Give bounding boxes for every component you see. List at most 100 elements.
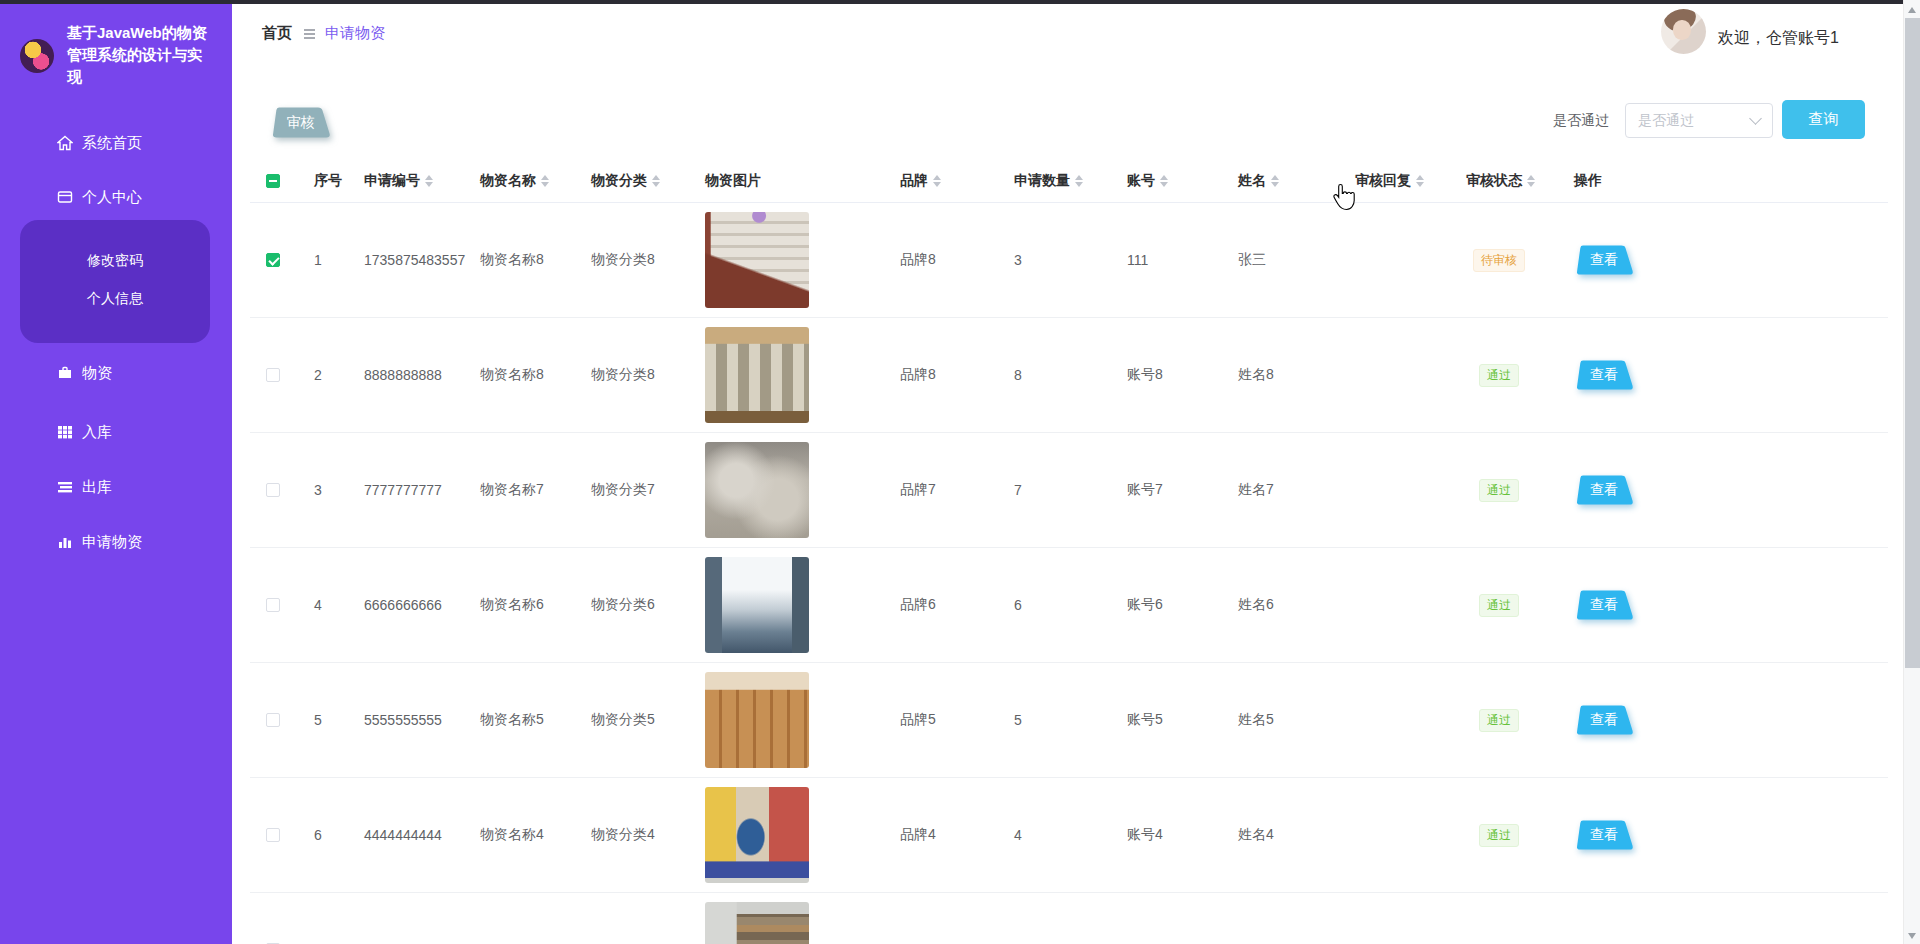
cell-person: 张三	[1238, 251, 1355, 269]
column-header-reply[interactable]: 审核回复	[1355, 172, 1466, 190]
material-photo	[705, 902, 809, 944]
view-button[interactable]: 查看	[1580, 475, 1628, 505]
table-row: 64444444444物资名称4物资分类4品牌44账号4姓名4通过查看	[250, 778, 1888, 893]
cell-name: 物资名称5	[480, 711, 591, 729]
material-photo	[705, 787, 809, 883]
avatar[interactable]	[1661, 9, 1706, 54]
view-button[interactable]: 查看	[1580, 245, 1628, 275]
column-label: 物资图片	[705, 172, 761, 190]
breadcrumb-separator-icon	[304, 29, 315, 39]
view-button[interactable]: 查看	[1580, 820, 1628, 850]
breadcrumb-home[interactable]: 首页	[262, 24, 292, 43]
cell-no: 6	[314, 827, 364, 843]
id-card-icon	[57, 189, 73, 205]
column-header-qty[interactable]: 申请数量	[1014, 172, 1127, 190]
select-all-checkbox[interactable]	[266, 174, 280, 188]
cell-name: 物资名称4	[480, 826, 591, 844]
sort-carets-icon[interactable]	[1416, 175, 1424, 187]
cell-image	[705, 902, 900, 944]
column-header-action: 操作	[1574, 172, 1888, 190]
sidebar-item-label: 系统首页	[82, 134, 142, 153]
cell-qty: 6	[1014, 597, 1127, 613]
submenu-item-change-password[interactable]: 修改密码	[20, 252, 210, 270]
status-badge: 通过	[1479, 479, 1519, 502]
column-header-name[interactable]: 物资名称	[480, 172, 591, 190]
column-label: 物资名称	[480, 172, 536, 190]
cell-person: 姓名6	[1238, 596, 1355, 614]
vertical-scrollbar[interactable]	[1903, 0, 1920, 944]
column-header-image: 物资图片	[705, 172, 900, 190]
column-header-brand[interactable]: 品牌	[900, 172, 1014, 190]
column-header-category[interactable]: 物资分类	[591, 172, 705, 190]
grid-icon	[57, 424, 73, 440]
submenu-item-personal-info[interactable]: 个人信息	[20, 290, 210, 308]
sort-carets-icon[interactable]	[1271, 175, 1279, 187]
row-checkbox[interactable]	[266, 483, 280, 497]
cell-sel	[250, 253, 314, 267]
cell-image	[705, 442, 900, 538]
sidebar-item-inbound[interactable]: 入库	[57, 422, 112, 442]
sidebar-item-label: 个人中心	[82, 188, 142, 207]
cell-account: 账号8	[1127, 366, 1238, 384]
bar-chart-icon	[57, 534, 73, 550]
column-label: 品牌	[900, 172, 928, 190]
row-checkbox[interactable]	[266, 713, 280, 727]
chevron-down-icon	[1749, 112, 1762, 125]
row-checkbox[interactable]	[266, 368, 280, 382]
scroll-down-arrow-icon[interactable]	[1908, 933, 1916, 939]
list-icon	[57, 479, 73, 495]
view-button[interactable]: 查看	[1580, 360, 1628, 390]
pass-filter-select[interactable]: 是否通过	[1625, 103, 1773, 138]
sidebar-item-outbound[interactable]: 出库	[57, 477, 112, 497]
cell-image	[705, 212, 900, 308]
sidebar-item-personal[interactable]: 个人中心	[57, 187, 142, 207]
select-all-cell[interactable]	[250, 174, 314, 188]
material-photo	[705, 557, 809, 653]
cell-qty: 8	[1014, 367, 1127, 383]
cell-brand: 品牌8	[900, 251, 1014, 269]
cell-brand: 品牌7	[900, 481, 1014, 499]
material-photo	[705, 442, 809, 538]
sidebar-item-apply[interactable]: 申请物资	[57, 532, 142, 552]
view-button[interactable]: 查看	[1580, 590, 1628, 620]
sort-carets-icon[interactable]	[933, 175, 941, 187]
sort-carets-icon[interactable]	[425, 175, 433, 187]
sort-carets-icon[interactable]	[1527, 175, 1535, 187]
sidebar-item-materials[interactable]: 物资	[57, 363, 112, 383]
view-button[interactable]: 查看	[1580, 705, 1628, 735]
sort-carets-icon[interactable]	[1160, 175, 1168, 187]
home-icon	[57, 135, 73, 151]
scroll-up-arrow-icon[interactable]	[1908, 7, 1916, 13]
cell-action: 查看	[1574, 475, 1888, 505]
table-row: 46666666666物资名称6物资分类6品牌66账号6姓名6通过查看	[250, 548, 1888, 663]
top-header: 首页 申请物资 欢迎，仓管账号1	[232, 0, 1920, 57]
row-checkbox[interactable]	[266, 828, 280, 842]
material-photo	[705, 327, 809, 423]
sort-carets-icon[interactable]	[1075, 175, 1083, 187]
row-checkbox[interactable]	[266, 253, 280, 267]
column-header-applyId[interactable]: 申请编号	[364, 172, 480, 190]
sort-carets-icon[interactable]	[652, 175, 660, 187]
cell-status: 通过	[1466, 479, 1574, 502]
scrollbar-thumb[interactable]	[1905, 18, 1920, 668]
query-button[interactable]: 查询	[1782, 100, 1865, 139]
cell-brand: 品牌6	[900, 596, 1014, 614]
sidebar-item-home[interactable]: 系统首页	[57, 133, 142, 153]
cell-applyId: 6666666666	[364, 597, 480, 613]
column-header-no: 序号	[314, 172, 364, 190]
select-placeholder: 是否通过	[1638, 112, 1751, 130]
column-header-account[interactable]: 账号	[1127, 172, 1238, 190]
cell-action: 查看	[1574, 705, 1888, 735]
row-checkbox[interactable]	[266, 598, 280, 612]
cell-no: 4	[314, 597, 364, 613]
sort-carets-icon[interactable]	[541, 175, 549, 187]
breadcrumb-current[interactable]: 申请物资	[325, 24, 385, 43]
materials-table: 序号申请编号物资名称物资分类物资图片品牌申请数量账号姓名审核回复审核状态操作 1…	[250, 159, 1888, 944]
column-header-status[interactable]: 审核状态	[1466, 172, 1574, 190]
column-label: 申请数量	[1014, 172, 1070, 190]
audit-button[interactable]: 审核	[276, 107, 325, 138]
column-label: 物资分类	[591, 172, 647, 190]
cell-person: 姓名5	[1238, 711, 1355, 729]
cell-category: 物资分类6	[591, 596, 705, 614]
cell-account: 111	[1127, 252, 1238, 268]
